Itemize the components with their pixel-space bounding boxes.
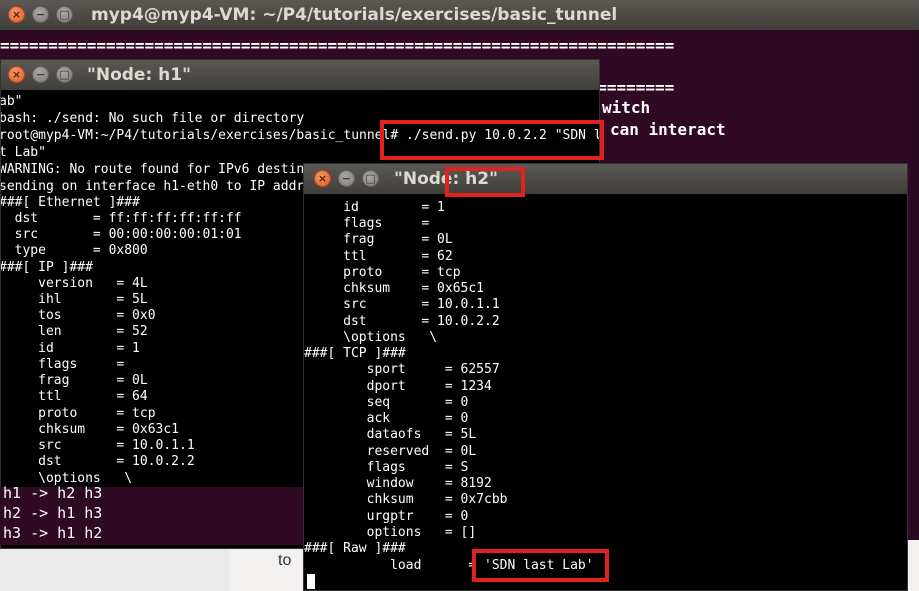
terminal-line: window = 8192 bbox=[304, 476, 492, 491]
terminal-line: id = 1 bbox=[1, 341, 140, 356]
terminal-cursor bbox=[307, 574, 315, 589]
terminal-line: t Lab" bbox=[1, 145, 46, 160]
terminal-line: ###[ Ethernet ]### bbox=[1, 195, 140, 210]
terminal-line: sport = 62557 bbox=[304, 362, 500, 377]
maximize-button[interactable]: □ bbox=[56, 6, 73, 23]
terminal-line: dst = 10.0.2.2 bbox=[304, 314, 500, 329]
routes-output: h1 -> h2 h3 h2 -> h1 h3 h3 -> h1 h2 bbox=[0, 484, 304, 545]
h2-window-titlebar[interactable]: × − □ "Node: h2" bbox=[304, 164, 907, 194]
terminal-line: tos = 0x0 bbox=[1, 308, 156, 323]
terminal-line: sending on interface h1-eth0 to IP addr … bbox=[1, 179, 320, 194]
minimize-button[interactable]: − bbox=[338, 170, 355, 187]
terminal-line: ttl = 64 bbox=[1, 389, 148, 404]
h1-window-titlebar[interactable]: × − □ "Node: h1" bbox=[1, 60, 599, 90]
terminal-line: reserved = 0L bbox=[304, 444, 477, 459]
terminal-line: type = 0x800 bbox=[1, 243, 148, 258]
route-line: h1 -> h2 h3 bbox=[3, 484, 103, 502]
terminal-line: frag = 0L bbox=[1, 373, 148, 388]
h1-window-title: "Node: h1" bbox=[87, 65, 191, 85]
editor-text: to bbox=[278, 552, 292, 569]
terminal-line: witch bbox=[602, 98, 651, 117]
terminal-line: proto = tcp bbox=[1, 406, 156, 421]
route-line: h2 -> h1 h3 bbox=[3, 504, 103, 522]
terminal-line: ack = 0 bbox=[304, 411, 469, 426]
terminal-scrollbar[interactable] bbox=[911, 30, 919, 540]
terminal-line: version = 4L bbox=[1, 276, 148, 291]
terminal-line: src = 10.0.1.1 bbox=[1, 438, 195, 453]
terminal-line: ttl = 62 bbox=[304, 249, 453, 264]
terminal-line: ###[ Raw ]### bbox=[304, 541, 406, 556]
terminal-line: flags = bbox=[1, 357, 125, 372]
terminal-line: urgptr = 0 bbox=[304, 509, 469, 524]
terminal-line: ###[ TCP ]### bbox=[304, 346, 406, 361]
node-h2-window[interactable]: × − □ "Node: h2" id = 1 flags = frag = 0… bbox=[303, 163, 908, 591]
close-button[interactable]: × bbox=[8, 6, 25, 23]
terminal-line: len = 52 bbox=[1, 324, 148, 339]
terminal-line: src = 10.0.1.1 bbox=[304, 297, 500, 312]
minimize-button[interactable]: − bbox=[32, 66, 49, 83]
terminal-line: bash: ./send: No such file or directory bbox=[1, 111, 305, 126]
terminal-line: dst = ff:ff:ff:ff:ff:ff bbox=[1, 211, 242, 226]
terminal-line: id = 1 bbox=[304, 200, 445, 215]
terminal-line: src = 00:00:00:00:01:01 bbox=[1, 227, 242, 242]
terminal-line: proto = tcp bbox=[304, 265, 461, 280]
terminal-line: ###[ IP ]### bbox=[1, 260, 93, 275]
terminal-line: can interact bbox=[610, 120, 726, 139]
close-button[interactable]: × bbox=[314, 170, 331, 187]
terminal-line: ========================================… bbox=[0, 36, 675, 55]
terminal-line: options = [] bbox=[304, 525, 477, 540]
maximize-button[interactable]: □ bbox=[56, 66, 73, 83]
terminal-line: flags = bbox=[304, 216, 430, 231]
terminal-line: chksum = 0x65c1 bbox=[304, 281, 485, 296]
main-window-titlebar[interactable]: × − □ myp4@myp4-VM: ~/P4/tutorials/exerc… bbox=[0, 0, 919, 30]
terminal-line: seq = 0 bbox=[304, 395, 469, 410]
terminal-line: dataofs = 5L bbox=[304, 427, 477, 442]
terminal-line: chksum = 0x63c1 bbox=[1, 422, 180, 437]
terminal-line: \options \ bbox=[304, 330, 438, 345]
highlight-payload bbox=[472, 549, 609, 582]
terminal-line: ihl = 5L bbox=[1, 292, 148, 307]
terminal-line: flags = S bbox=[304, 460, 469, 475]
route-line: h3 -> h1 h2 bbox=[3, 524, 103, 542]
terminal-line: dst = 10.0.2.2 bbox=[1, 454, 195, 469]
terminal-line: ab" bbox=[1, 94, 23, 109]
highlight-h2-title bbox=[445, 167, 525, 197]
h2-terminal-area[interactable]: id = 1 flags = frag = 0L ttl = 62 proto … bbox=[304, 194, 907, 590]
minimize-button[interactable]: − bbox=[32, 6, 49, 23]
maximize-button[interactable]: □ bbox=[362, 170, 379, 187]
terminal-line: frag = 0L bbox=[304, 232, 453, 247]
highlight-send-command bbox=[380, 120, 604, 160]
terminal-line: chksum = 0x7cbb bbox=[304, 492, 508, 507]
main-window-title: myp4@myp4-VM: ~/P4/tutorials/exercises/b… bbox=[91, 5, 618, 25]
close-button[interactable]: × bbox=[8, 66, 25, 83]
terminal-line: dport = 1234 bbox=[304, 379, 492, 394]
terminal-line: WARNING: No route found for IPv6 destina… bbox=[1, 162, 320, 177]
